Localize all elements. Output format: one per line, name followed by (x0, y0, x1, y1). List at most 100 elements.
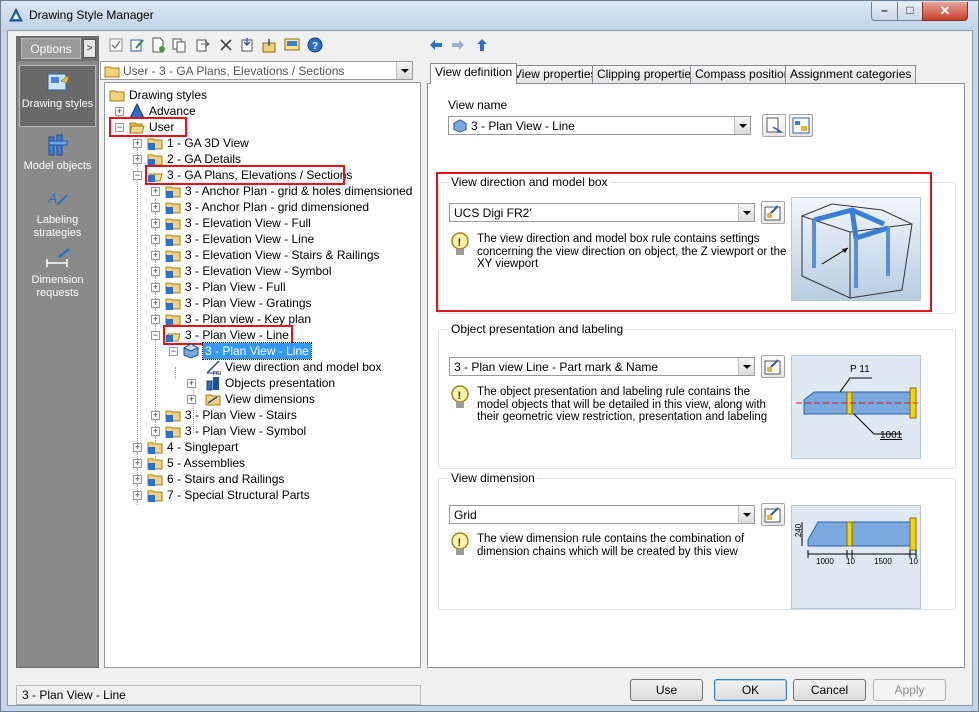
drawing-styles-icon (47, 73, 69, 91)
tab-clipping-properties[interactable]: Clipping properties (592, 65, 703, 84)
tab-compass-position[interactable]: Compass position (690, 65, 796, 84)
tree-connector (175, 367, 176, 379)
tree-label: 3 - Plan View - Stairs (185, 408, 297, 422)
tab-view-properties[interactable]: View properties (509, 65, 602, 84)
expand-icon[interactable]: + (151, 283, 160, 292)
tab-view-definition[interactable]: View definition (430, 63, 518, 84)
expand-icon[interactable]: + (151, 427, 160, 436)
option-model-objects[interactable]: Model objects (19, 133, 96, 179)
expand-icon[interactable]: + (133, 139, 142, 148)
minimize-button[interactable]: – (871, 2, 898, 21)
close-button[interactable]: ✕ (922, 2, 968, 21)
dialog-body: Options > Drawing styles Model objects A… (7, 30, 973, 706)
option-drawing-styles[interactable]: Drawing styles (19, 65, 96, 127)
tree-label: Objects presentation (225, 376, 336, 390)
back-arrow-icon[interactable] (428, 37, 444, 53)
tree-label: 3 - Elevation View - Symbol (185, 264, 332, 278)
status-bar: 3 - Plan View - Line (16, 685, 421, 705)
expand-icon[interactable]: + (151, 411, 160, 420)
edit-rule-icon (764, 359, 781, 375)
edit-icon[interactable] (129, 37, 145, 53)
view-name-combo[interactable]: 3 - Plan View - Line (448, 116, 751, 135)
chevron-down-icon[interactable] (396, 62, 412, 79)
view-dimension-title: View dimension (449, 471, 537, 485)
expand-icon[interactable]: + (115, 107, 124, 116)
copy-icon[interactable] (171, 37, 187, 53)
up-arrow-icon[interactable] (474, 37, 490, 53)
expand-icon[interactable]: + (151, 267, 160, 276)
check-icon[interactable] (108, 37, 124, 53)
lightbulb-icon: ! (451, 385, 469, 408)
labeling-strategies-icon: A (47, 190, 68, 206)
view-dimension-combo[interactable]: Grid (449, 505, 755, 524)
app-icon (9, 8, 23, 22)
view-name-properties-button[interactable] (789, 114, 813, 137)
expand-icon[interactable]: + (151, 251, 160, 260)
object-presentation-value: 3 - Plan view Line - Part mark & Name (454, 360, 659, 374)
chevron-down-icon[interactable] (738, 506, 754, 523)
view-name-action-button[interactable] (762, 114, 786, 137)
drawing-styles-tree[interactable]: Drawing styles + Advance − User + 1 - GA… (104, 82, 421, 668)
paste-icon[interactable] (194, 37, 210, 53)
dimension-label-1: 1000 (816, 557, 834, 566)
dimension-height-label: 240 (794, 523, 804, 538)
expand-icon[interactable]: + (133, 491, 142, 500)
expand-icon[interactable]: + (151, 203, 160, 212)
expand-icon[interactable]: + (133, 475, 142, 484)
tree-label: View dimensions (225, 392, 315, 406)
expand-icon[interactable]: + (151, 187, 160, 196)
import-icon[interactable] (239, 37, 255, 53)
expand-icon[interactable]: + (133, 155, 142, 164)
expand-icon[interactable]: + (187, 379, 196, 388)
new-icon[interactable] (150, 37, 166, 53)
options-label: Options (21, 38, 81, 59)
expand-icon[interactable]: + (151, 299, 160, 308)
view-name-label: View name (448, 98, 508, 112)
object-presentation-combo[interactable]: 3 - Plan view Line - Part mark & Name (449, 357, 755, 376)
option-labeling-strategies[interactable]: A Labeling strategies (19, 187, 96, 243)
view-dimension-edit-button[interactable] (761, 503, 785, 526)
collapse-icon[interactable]: − (133, 171, 142, 180)
maximize-button[interactable]: □ (897, 2, 923, 21)
expand-icon[interactable]: + (133, 443, 142, 452)
chevron-down-icon[interactable] (738, 358, 754, 375)
tab-assignment-categories[interactable]: Assignment categories (785, 65, 917, 84)
forward-arrow-icon[interactable] (450, 37, 466, 53)
preview-icon[interactable] (284, 37, 300, 53)
cancel-button[interactable]: Cancel (793, 679, 866, 701)
expand-icon[interactable]: + (151, 219, 160, 228)
expand-icon[interactable]: + (187, 395, 196, 404)
apply-button[interactable]: Apply (873, 679, 946, 701)
collapse-icon[interactable]: − (169, 347, 178, 356)
expand-icon[interactable]: + (151, 235, 160, 244)
delete-icon[interactable] (218, 37, 234, 53)
expand-icon[interactable]: + (133, 459, 142, 468)
object-presentation-edit-button[interactable] (761, 355, 785, 378)
collapse-icon[interactable]: − (151, 331, 160, 340)
tree-label: 3 - Plan View - Full (185, 280, 286, 294)
lightbulb-icon: ! (451, 532, 469, 555)
use-button[interactable]: Use (630, 679, 703, 701)
chevron-down-icon[interactable] (734, 117, 750, 134)
option-dimension-requests[interactable]: Dimension requests (19, 247, 96, 303)
model-objects-icon (48, 134, 67, 156)
tree-label: 5 - Assemblies (167, 456, 246, 470)
style-path-combo[interactable]: User - 3 - GA Plans, Elevations / Sectio… (100, 61, 413, 80)
view-style-icon (165, 266, 181, 278)
part-mark-label: P 11 (850, 364, 870, 375)
tree-label: 4 - Singlepart (167, 440, 239, 454)
help-icon[interactable]: ? (307, 37, 323, 53)
dimension-label-4: 10 (909, 557, 918, 566)
objects-presentation-icon (206, 377, 219, 391)
option-label: Dimension requests (31, 274, 84, 299)
expand-icon[interactable]: + (151, 315, 160, 324)
style-folder-icon (147, 474, 163, 486)
export-icon[interactable] (261, 37, 277, 53)
options-expand-button[interactable]: > (83, 39, 96, 58)
highlight-box-plan-view-line (163, 325, 293, 345)
view-style-icon (165, 218, 181, 230)
tree-label: 7 - Special Structural Parts (167, 488, 310, 502)
title-bar[interactable]: Drawing Style Manager – □ ✕ (1, 1, 978, 29)
view-style-icon (165, 234, 181, 246)
ok-button[interactable]: OK (714, 679, 787, 701)
